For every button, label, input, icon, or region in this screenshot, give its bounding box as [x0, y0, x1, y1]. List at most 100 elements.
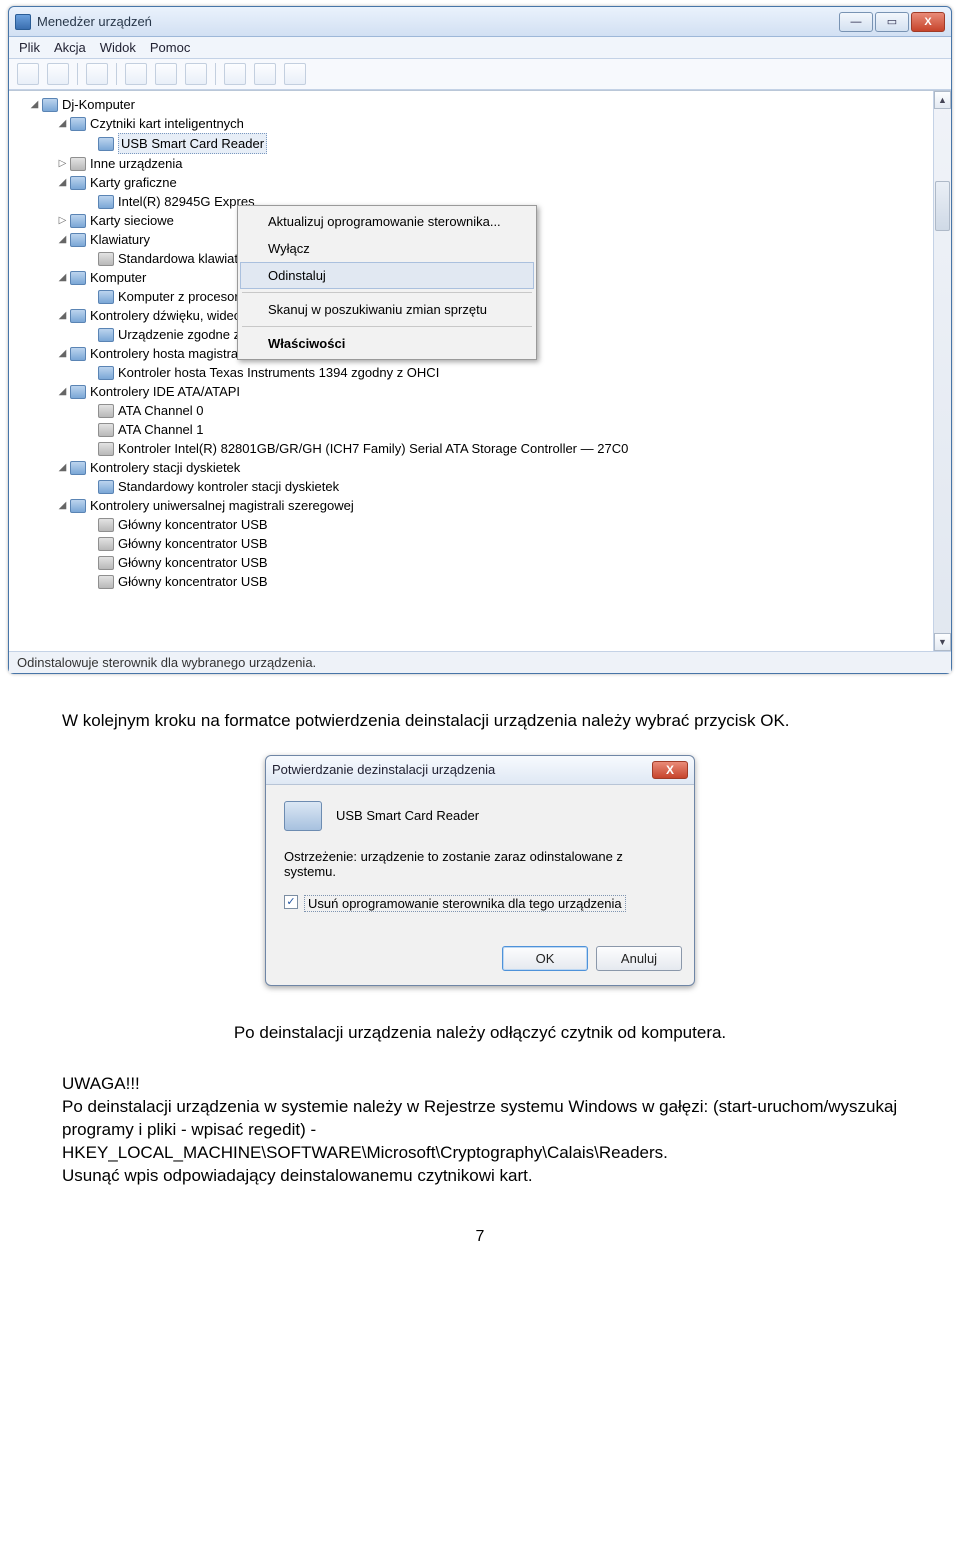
tree-node[interactable]: ◢Kontrolery stacji dyskietek: [15, 458, 931, 477]
menu-action[interactable]: Akcja: [54, 40, 86, 55]
tree-node[interactable]: Główny koncentrator USB: [15, 534, 931, 553]
tree-node[interactable]: ▷Inne urządzenia: [15, 154, 931, 173]
expand-icon[interactable]: ◢: [57, 173, 68, 192]
toolbar-separator: [116, 63, 117, 85]
status-text: Odinstalowuje sterownik dla wybranego ur…: [17, 655, 316, 670]
vertical-scrollbar[interactable]: ▲ ▼: [933, 91, 951, 651]
minimize-button[interactable]: —: [839, 12, 873, 32]
tree-node-label: Kontroler hosta Texas Instruments 1394 z…: [118, 363, 439, 382]
toolbar-view-icon[interactable]: [185, 63, 207, 85]
document-body: W kolejnym kroku na formatce potwierdzen…: [62, 710, 898, 733]
delete-driver-checkbox[interactable]: ✓: [284, 895, 298, 909]
ok-button[interactable]: OK: [502, 946, 588, 971]
tree-node-label: Karty graficzne: [90, 173, 177, 192]
device-tree[interactable]: ◢ Dj-Komputer ◢ Czytniki kart inteligentn…: [9, 91, 933, 651]
device-icon: [98, 366, 114, 380]
dialog-titlebar[interactable]: Potwierdzanie dezinstalacji urządzenia X: [266, 756, 694, 785]
scroll-thumb[interactable]: [935, 181, 950, 231]
device-name-label: USB Smart Card Reader: [336, 808, 479, 823]
device-icon: [98, 290, 114, 304]
toolbar-back-icon[interactable]: [17, 63, 39, 85]
context-menu: Aktualizuj oprogramowanie sterownika... …: [237, 205, 537, 360]
tree-node[interactable]: ◢ Czytniki kart inteligentnych: [15, 114, 931, 133]
expand-icon[interactable]: ◢: [57, 230, 68, 249]
ctx-scan-hardware[interactable]: Skanuj w poszukiwaniu zmian sprzętu: [240, 296, 534, 323]
tree-node-label: Główny koncentrator USB: [118, 515, 268, 534]
app-icon: [15, 14, 31, 30]
device-icon: [98, 442, 114, 456]
tree-node[interactable]: Główny koncentrator USB: [15, 515, 931, 534]
menu-view[interactable]: Widok: [100, 40, 136, 55]
cancel-button[interactable]: Anuluj: [596, 946, 682, 971]
tree-node-label: Główny koncentrator USB: [118, 534, 268, 553]
tree-node-label: Standardowy kontroler stacji dyskietek: [118, 477, 339, 496]
tree-node[interactable]: ATA Channel 0: [15, 401, 931, 420]
ctx-separator: [242, 292, 532, 293]
tree-node-label: Komputer: [90, 268, 146, 287]
device-icon: [70, 385, 86, 399]
toolbar-uninstall-icon[interactable]: [254, 63, 276, 85]
tree-node[interactable]: Kontroler hosta Texas Instruments 1394 z…: [15, 363, 931, 382]
scroll-up-icon[interactable]: ▲: [934, 91, 951, 109]
device-icon: [98, 480, 114, 494]
device-icon: [98, 328, 114, 342]
toolbar-properties-icon[interactable]: [155, 63, 177, 85]
maximize-button[interactable]: ▭: [875, 12, 909, 32]
tree-node[interactable]: Główny koncentrator USB: [15, 572, 931, 591]
tree-node[interactable]: USB Smart Card Reader: [15, 133, 931, 154]
device-icon: [70, 347, 86, 361]
expand-icon[interactable]: ◢: [29, 95, 40, 114]
expand-icon[interactable]: ▷: [57, 211, 68, 230]
warning-text: Ostrzeżenie: urządzenie to zostanie zara…: [284, 849, 676, 879]
expand-icon[interactable]: ▷: [57, 154, 68, 173]
toolbar-help-icon[interactable]: [125, 63, 147, 85]
device-icon: [70, 157, 86, 171]
dialog-close-button[interactable]: X: [652, 761, 688, 779]
toolbar-scan-icon[interactable]: [284, 63, 306, 85]
close-button[interactable]: X: [911, 12, 945, 32]
expand-icon[interactable]: ◢: [57, 496, 68, 515]
device-icon: [98, 252, 114, 266]
ctx-disable[interactable]: Wyłącz: [240, 235, 534, 262]
tree-node-label: Główny koncentrator USB: [118, 553, 268, 572]
device-icon: [70, 499, 86, 513]
computer-icon: [42, 98, 58, 112]
tree-node-label: Kontroler Intel(R) 82801GB/GR/GH (ICH7 F…: [118, 439, 628, 458]
tree-node[interactable]: ATA Channel 1: [15, 420, 931, 439]
tree-node-label: Klawiatury: [90, 230, 150, 249]
expand-icon[interactable]: ◢: [57, 268, 68, 287]
expand-icon[interactable]: ◢: [57, 306, 68, 325]
tree-node[interactable]: Główny koncentrator USB: [15, 553, 931, 572]
titlebar[interactable]: Menedżer urządzeń — ▭ X: [9, 7, 951, 37]
ctx-properties[interactable]: Właściwości: [240, 330, 534, 357]
tree-node-label: USB Smart Card Reader: [118, 133, 267, 154]
status-bar: Odinstalowuje sterownik dla wybranego ur…: [9, 651, 951, 673]
scroll-down-icon[interactable]: ▼: [934, 633, 951, 651]
delete-driver-label: Usuń oprogramowanie sterownika dla tego …: [304, 895, 626, 912]
expand-icon[interactable]: ◢: [57, 458, 68, 477]
toolbar-show-hidden-icon[interactable]: [86, 63, 108, 85]
client-area: ◢ Dj-Komputer ◢ Czytniki kart inteligentn…: [9, 90, 951, 651]
device-icon: [70, 176, 86, 190]
expand-icon[interactable]: ◢: [57, 114, 68, 133]
menu-help[interactable]: Pomoc: [150, 40, 190, 55]
toolbar-update-icon[interactable]: [224, 63, 246, 85]
tree-node[interactable]: ◢ Karty graficzne: [15, 173, 931, 192]
tree-node-label: ATA Channel 1: [118, 420, 204, 439]
device-icon: [98, 518, 114, 532]
tree-node[interactable]: Kontroler Intel(R) 82801GB/GR/GH (ICH7 F…: [15, 439, 931, 458]
expand-icon[interactable]: ◢: [57, 382, 68, 401]
toolbar-forward-icon[interactable]: [47, 63, 69, 85]
tree-root[interactable]: ◢ Dj-Komputer: [15, 95, 931, 114]
attention-body-1: Po deinstalacji urządzenia w systemie na…: [62, 1097, 897, 1162]
tree-node-label: Standardowa klawiatu: [118, 249, 245, 268]
ctx-update-driver[interactable]: Aktualizuj oprogramowanie sterownika...: [240, 208, 534, 235]
tree-node[interactable]: ◢Kontrolery IDE ATA/ATAPI: [15, 382, 931, 401]
device-icon: [98, 423, 114, 437]
expand-icon[interactable]: ◢: [57, 344, 68, 363]
tree-node[interactable]: ◢Kontrolery uniwersalnej magistrali szer…: [15, 496, 931, 515]
tree-node-label: Czytniki kart inteligentnych: [90, 114, 244, 133]
tree-node[interactable]: Standardowy kontroler stacji dyskietek: [15, 477, 931, 496]
ctx-uninstall[interactable]: Odinstaluj: [240, 262, 534, 289]
menu-file[interactable]: Plik: [19, 40, 40, 55]
